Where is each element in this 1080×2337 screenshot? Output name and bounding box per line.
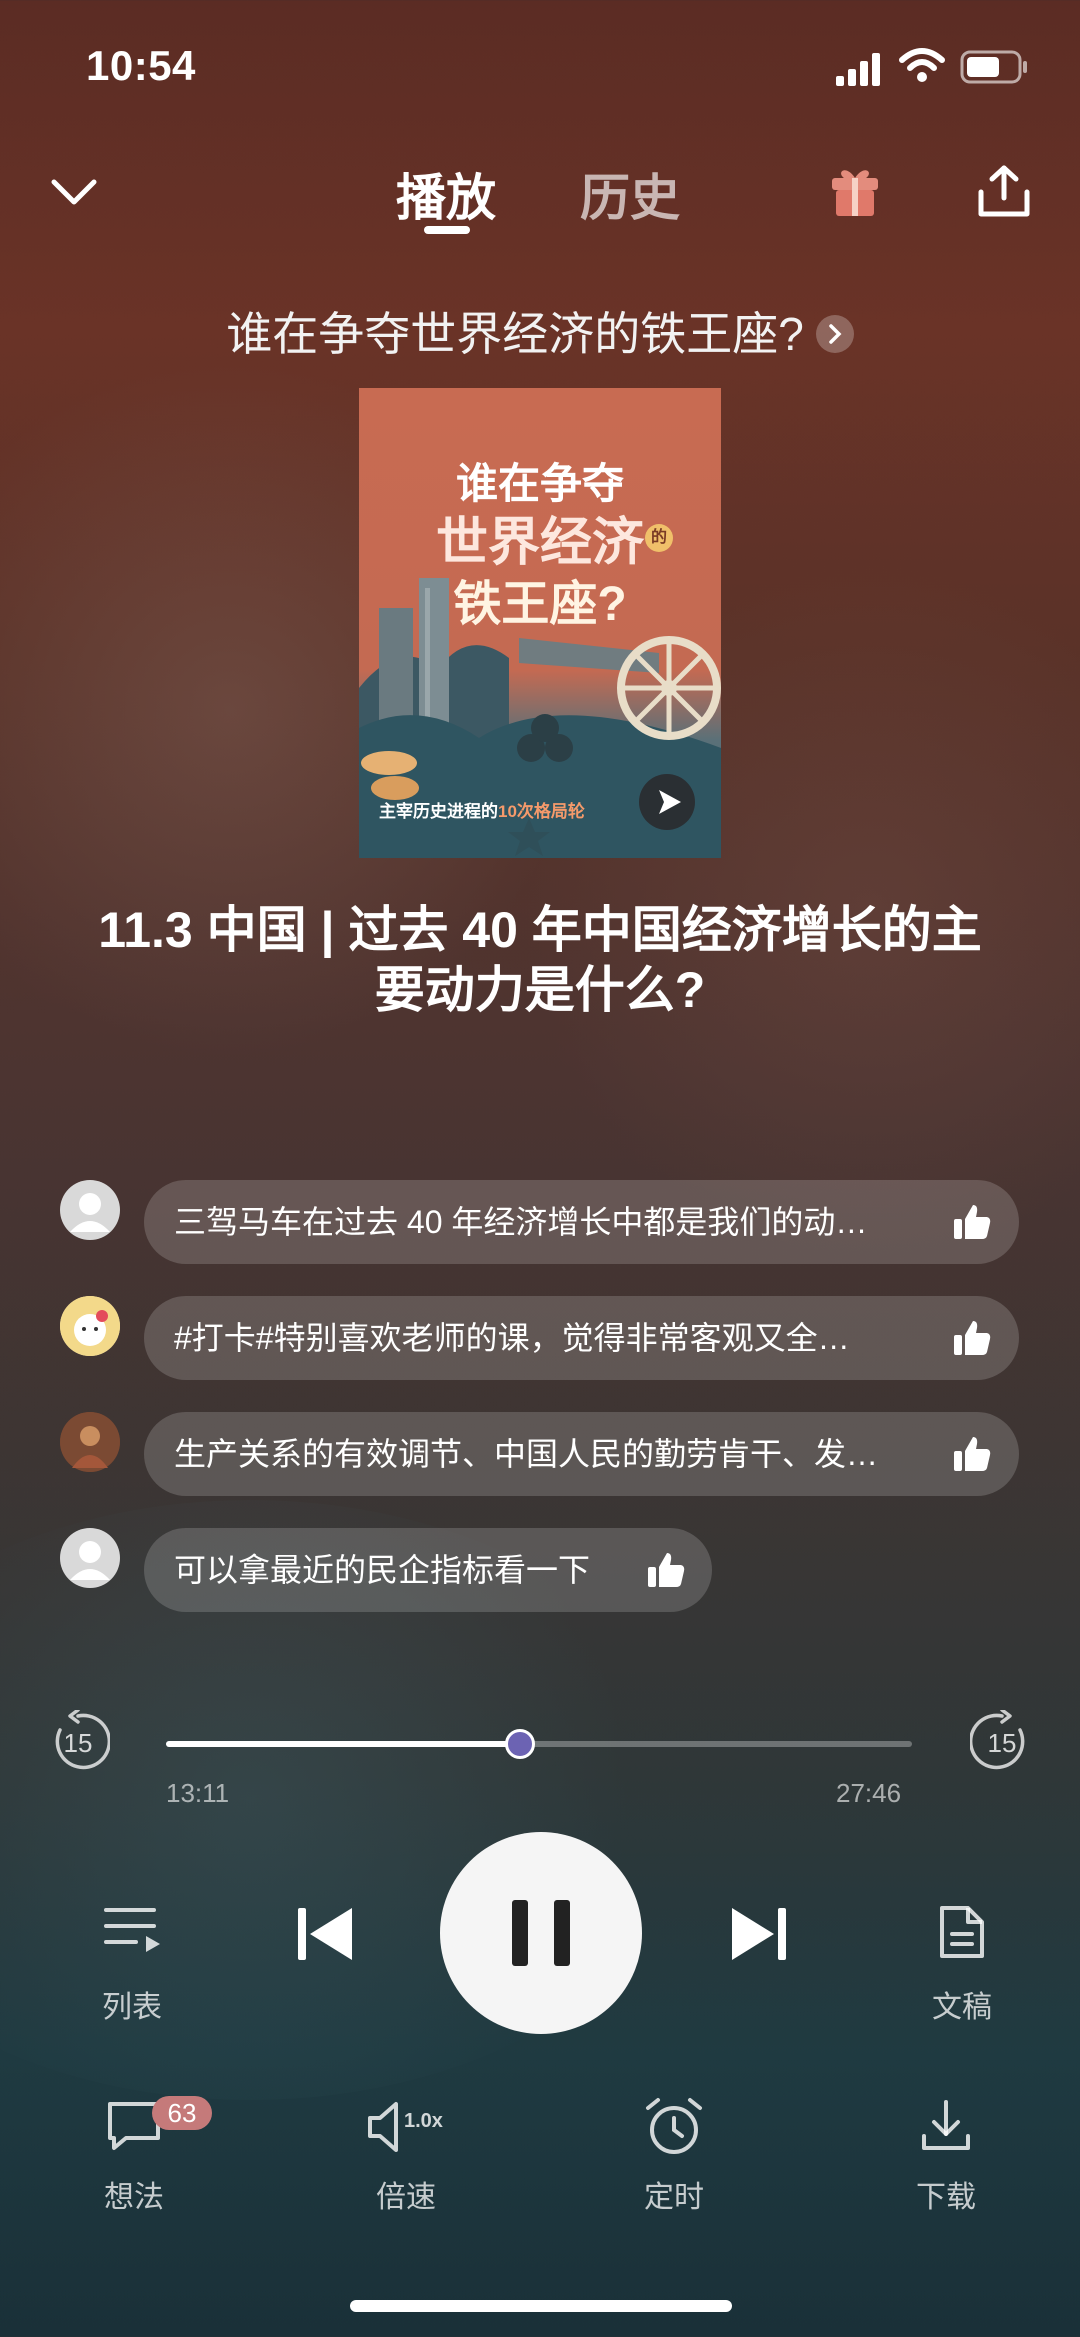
thoughts-count-badge: 63 xyxy=(152,2096,212,2130)
like-icon[interactable] xyxy=(952,1318,992,1358)
thoughts-label: 想法 xyxy=(104,2181,164,2214)
comment-bubble[interactable]: #打卡#特别喜欢老师的课，觉得非常客观又全… xyxy=(144,1296,1019,1380)
status-time: 10:54 xyxy=(86,42,196,89)
progress-knob[interactable] xyxy=(505,1729,535,1759)
comment-text: 可以拿最近的民企指标看一下 xyxy=(174,1552,591,1588)
cover-title-line3: 铁王座? xyxy=(453,578,627,631)
comment-bubble[interactable]: 可以拿最近的民企指标看一下 xyxy=(144,1528,712,1612)
speaker-icon xyxy=(368,2102,398,2152)
transcript-label: 文稿 xyxy=(932,1991,992,2024)
skip-forward-seconds: 15 xyxy=(987,1728,1017,1758)
home-indicator[interactable] xyxy=(350,2300,732,2312)
speed-value: 1.0x xyxy=(404,2110,443,2132)
battery-icon xyxy=(960,50,1027,84)
playback-speed-button[interactable]: 1.0x 倍速 xyxy=(336,2096,476,2214)
alarm-clock-icon xyxy=(646,2098,702,2154)
skip-back-button[interactable]: 15 xyxy=(46,1708,112,1774)
download-button[interactable]: 下载 xyxy=(876,2096,1016,2214)
playlist-label: 列表 xyxy=(102,1991,162,2024)
playlist-icon xyxy=(104,1908,160,1952)
episode-title: 11.3 中国 | 过去 40 年中国经济增长的主要动力是什么? xyxy=(98,902,982,1018)
like-icon[interactable] xyxy=(952,1434,992,1474)
gift-icon[interactable] xyxy=(828,162,882,218)
timer-label: 定时 xyxy=(644,2181,704,2214)
elapsed-time: 13:11 xyxy=(166,1778,230,1808)
cover-subtitle-a: 主宰历史进程的 xyxy=(379,802,498,821)
like-icon[interactable] xyxy=(952,1202,992,1242)
comment-avatar[interactable] xyxy=(60,1180,120,1240)
book-cover[interactable]: 谁在争夺 世界经济 的 铁王座? 主宰历史进程的10次格局轮 xyxy=(359,388,721,858)
total-duration: 27:46 xyxy=(836,1778,902,1808)
comment-text: 生产关系的有效调节、中国人民的勤劳肯干、发… xyxy=(174,1436,879,1472)
book-title: 谁在争夺世界经济的铁王座? xyxy=(226,308,804,360)
comment-avatar[interactable] xyxy=(60,1296,120,1356)
collapse-chevron-icon[interactable] xyxy=(50,176,98,208)
comment-avatar[interactable] xyxy=(60,1528,120,1588)
next-track-button[interactable] xyxy=(728,1906,788,1962)
cover-subtitle: 主宰历史进程的10次格局轮 xyxy=(379,797,709,822)
like-icon[interactable] xyxy=(646,1550,686,1590)
book-title-link[interactable]: 谁在争夺世界经济的铁王座? xyxy=(0,298,1080,364)
active-tab-indicator xyxy=(424,226,470,234)
speed-label: 倍速 xyxy=(376,2181,436,2214)
playlist-button[interactable]: 列表 xyxy=(62,1904,202,2024)
signal-icon xyxy=(836,53,880,86)
comment-text: 三驾马车在过去 40 年经济增长中都是我们的动… xyxy=(174,1204,868,1240)
previous-track-button[interactable] xyxy=(296,1906,356,1962)
tab-history[interactable]: 历史 xyxy=(580,158,680,230)
cover-subtitle-b: 10次格局轮 xyxy=(498,802,585,821)
pause-icon xyxy=(512,1900,570,1966)
comment-text: #打卡#特别喜欢老师的课，觉得非常客观又全… xyxy=(174,1320,850,1356)
tab-play[interactable]: 播放 xyxy=(396,158,496,230)
transcript-button[interactable]: 文稿 xyxy=(892,1904,1032,2024)
download-label: 下载 xyxy=(916,2181,976,2214)
sleep-timer-button[interactable]: 定时 xyxy=(604,2096,744,2214)
comment-avatar[interactable] xyxy=(60,1412,120,1472)
skip-back-seconds: 15 xyxy=(63,1728,93,1758)
share-icon[interactable] xyxy=(976,164,1032,218)
comment-bubble[interactable]: 三驾马车在过去 40 年经济增长中都是我们的动… xyxy=(144,1180,1019,1264)
download-icon xyxy=(922,2100,970,2150)
pause-button[interactable] xyxy=(440,1832,642,2034)
wifi-icon xyxy=(899,48,945,82)
comment-bubble[interactable]: 生产关系的有效调节、中国人民的勤劳肯干、发… xyxy=(144,1412,1019,1496)
cover-small-char: 的 xyxy=(645,524,673,552)
progress-fill xyxy=(166,1741,520,1747)
chevron-right-icon xyxy=(815,314,854,353)
skip-forward-button[interactable]: 15 xyxy=(968,1708,1034,1774)
document-icon xyxy=(940,1906,984,1958)
